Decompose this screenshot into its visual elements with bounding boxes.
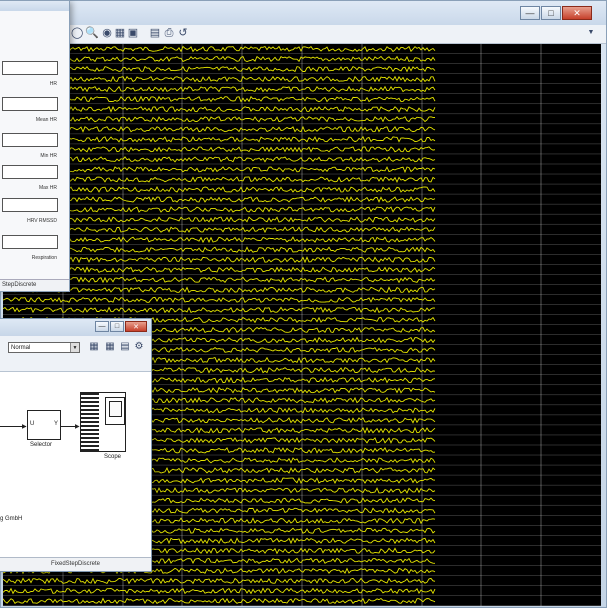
arrow-right-icon: ▶: [75, 424, 80, 430]
zoom-icon[interactable]: 🔍: [85, 27, 99, 39]
arrow-right-icon: ▶: [22, 424, 27, 430]
selector-out-port: Y: [53, 421, 58, 427]
grid-icon[interactable]: ▦: [104, 341, 116, 353]
selector-block[interactable]: U Y: [27, 410, 61, 440]
maximize-button[interactable]: □: [541, 6, 561, 20]
model-canvas[interactable]: ▶ U Y Selector ▶ Scope g GmbH: [0, 372, 151, 557]
chevron-down-icon[interactable]: ▼: [585, 27, 597, 39]
minimize-button[interactable]: —: [520, 6, 540, 20]
min-hr-label: Min HR: [40, 153, 57, 159]
document-icon[interactable]: ▤: [119, 341, 131, 353]
signal-trace: [3, 577, 436, 585]
display-window: HR Mean HR Min HR Max HR HRV RMSSD Respi…: [0, 0, 70, 292]
respiration-display: [2, 235, 58, 249]
simulation-mode-value: Normal: [11, 345, 31, 351]
close-button[interactable]: ✕: [125, 321, 147, 332]
binoculars-icon[interactable]: ◉: [101, 27, 113, 39]
chevron-down-icon: ▼: [70, 343, 79, 352]
scope-block[interactable]: [80, 392, 126, 452]
signal-trace: [3, 587, 436, 595]
annotation-text: g GmbH: [0, 516, 23, 522]
parameters-icon[interactable]: ▤: [149, 27, 161, 39]
close-button[interactable]: ✕: [562, 6, 592, 20]
hrv-rmssd-display: [2, 198, 58, 212]
signal-trace: [3, 597, 436, 605]
minimize-button[interactable]: —: [95, 321, 109, 332]
save-axes-icon[interactable]: ▣: [127, 27, 139, 39]
display-titlebar[interactable]: [0, 1, 69, 11]
hr-display: [2, 61, 58, 75]
scope-toolbar: ◯ 🔍 ◉ ▦ ▣ ▤ ⎙ ↺ ▼: [1, 25, 606, 44]
scope-screen: [105, 397, 125, 425]
display-status-bar: StepDiscrete: [0, 279, 69, 291]
simulation-mode-select[interactable]: Normal ▼: [8, 342, 80, 353]
signal-trace: [3, 306, 436, 314]
model-status-bar: FixedStepDiscrete: [0, 557, 151, 571]
maximize-button[interactable]: □: [110, 321, 124, 332]
signal-trace: [3, 296, 436, 304]
respiration-label: Respiration: [31, 255, 57, 261]
hr-label: HR: [49, 81, 57, 87]
mean-hr-label: Mean HR: [35, 117, 57, 123]
min-hr-display: [2, 133, 58, 147]
scope-label: Scope: [104, 454, 122, 460]
scope-input-ports: [81, 393, 99, 451]
model-toolbar: Normal ▼ ▦ ▦ ▤ ⚙: [0, 336, 151, 372]
build-icon[interactable]: ▦: [88, 341, 100, 353]
mean-hr-display: [2, 97, 58, 111]
selector-label: Selector: [30, 442, 53, 448]
scope-titlebar[interactable]: — □ ✕: [1, 1, 606, 25]
selector-in-port: U: [30, 421, 35, 427]
settings-icon[interactable]: ⚙: [133, 341, 145, 353]
restore-icon[interactable]: ↺: [177, 27, 189, 39]
model-titlebar[interactable]: — □ ✕: [0, 319, 151, 336]
max-hr-display: [2, 165, 58, 179]
zoom-x-icon[interactable]: ◯: [71, 27, 83, 39]
model-window: — □ ✕ Normal ▼ ▦ ▦ ▤ ⚙ ▶ U Y Selector ▶: [0, 318, 152, 572]
axes-icon[interactable]: ▦: [114, 27, 126, 39]
print-icon[interactable]: ⎙: [163, 27, 175, 39]
hrv-rmssd-label: HRV RMSSD: [27, 218, 57, 224]
max-hr-label: Max HR: [38, 185, 57, 191]
